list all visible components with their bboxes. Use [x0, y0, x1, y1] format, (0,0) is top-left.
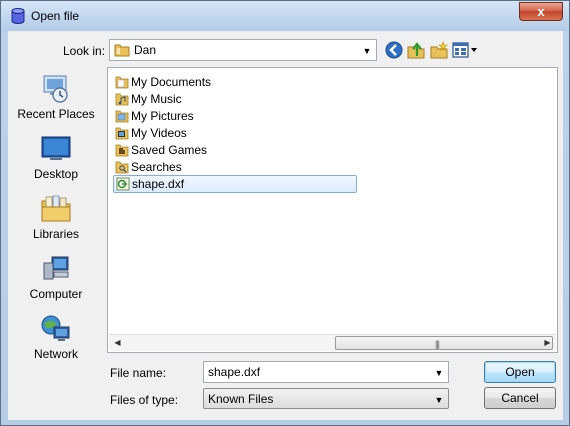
- list-item-selected[interactable]: shape.dxf: [113, 175, 357, 193]
- chevron-down-icon[interactable]: ▼: [433, 367, 445, 379]
- list-item[interactable]: Searches: [113, 159, 357, 175]
- computer-icon: [43, 256, 69, 280]
- list-item[interactable]: My Music: [113, 91, 357, 107]
- folder-games-icon: [115, 144, 129, 157]
- view-menu-icon[interactable]: [451, 40, 479, 60]
- list-item[interactable]: My Pictures: [113, 108, 357, 124]
- file-name: shape.dxf: [132, 177, 185, 191]
- file-name: Searches: [131, 160, 182, 174]
- place-computer[interactable]: Computer: [10, 253, 102, 309]
- look-in-value: Dan: [134, 43, 157, 57]
- place-label: Network: [33, 347, 78, 361]
- list-item[interactable]: Saved Games: [113, 142, 357, 158]
- place-label: Desktop: [33, 167, 79, 181]
- file-name: My Pictures: [131, 109, 194, 123]
- file-name-input[interactable]: shape.dxf ▼: [203, 361, 449, 383]
- chevron-down-icon[interactable]: ▼: [433, 394, 445, 406]
- place-label: Recent Places: [17, 107, 95, 121]
- new-folder-icon[interactable]: [429, 40, 449, 60]
- horizontal-scrollbar[interactable]: ◀ ||| ▶: [109, 334, 556, 351]
- folder-music-icon: [115, 93, 129, 106]
- desktop-icon: [41, 136, 71, 160]
- places-bar: Recent Places Desktop Libraries Computer…: [10, 67, 102, 361]
- place-libraries[interactable]: Libraries: [10, 193, 102, 249]
- scrollbar-grip: |||: [435, 339, 440, 349]
- place-label: Computer: [29, 287, 83, 301]
- scrollbar-thumb[interactable]: |||: [335, 336, 553, 350]
- file-name: My Documents: [131, 75, 212, 89]
- look-in-combo[interactable]: Dan ▼: [109, 39, 377, 61]
- file-name: My Videos: [131, 126, 187, 140]
- place-label: Libraries: [32, 227, 80, 241]
- dialog-client: Look in: Dan ▼ Recent Places Desktop Lib…: [8, 31, 563, 420]
- open-button[interactable]: Open: [484, 361, 556, 383]
- files-of-type-select[interactable]: Known Files ▼: [203, 388, 449, 409]
- list-item[interactable]: My Videos: [113, 125, 357, 141]
- dxf-file-icon: [116, 177, 130, 191]
- libraries-icon: [41, 195, 71, 222]
- file-list[interactable]: My Documents My Music My Pictures My Vid…: [107, 67, 558, 353]
- list-item[interactable]: My Documents: [113, 74, 357, 90]
- folder-search-icon: [115, 161, 129, 174]
- place-desktop[interactable]: Desktop: [10, 133, 102, 189]
- file-name-label: File name:: [110, 366, 167, 380]
- recent-places-icon: [43, 75, 68, 103]
- title-bar[interactable]: Open file x: [1, 1, 569, 31]
- network-icon: [41, 315, 70, 341]
- database-app-icon: [11, 8, 25, 24]
- up-folder-icon[interactable]: [406, 40, 426, 60]
- folder-videos-icon: [115, 127, 129, 140]
- files-of-type-label: Files of type:: [110, 393, 179, 407]
- file-name-value: shape.dxf: [208, 365, 261, 379]
- files-of-type-value: Known Files: [208, 392, 274, 406]
- folder-pictures-icon: [115, 110, 129, 123]
- scroll-right-icon[interactable]: ▶: [539, 335, 556, 351]
- place-network[interactable]: Network: [10, 313, 102, 369]
- open-file-dialog: Open file x Look in: Dan ▼ Recent Places…: [0, 0, 570, 426]
- place-recent-places[interactable]: Recent Places: [10, 73, 102, 129]
- chevron-down-icon[interactable]: ▼: [361, 45, 373, 57]
- close-button[interactable]: x: [519, 2, 563, 21]
- window-title: Open file: [31, 9, 80, 23]
- look-in-label: Look in:: [63, 44, 106, 58]
- cancel-button[interactable]: Cancel: [484, 387, 556, 409]
- folder-documents-icon: [115, 76, 129, 89]
- scroll-left-icon[interactable]: ◀: [109, 335, 126, 351]
- file-name: My Music: [131, 92, 182, 106]
- user-folder-icon: [114, 44, 130, 57]
- back-icon[interactable]: [384, 40, 404, 60]
- file-name: Saved Games: [131, 143, 208, 157]
